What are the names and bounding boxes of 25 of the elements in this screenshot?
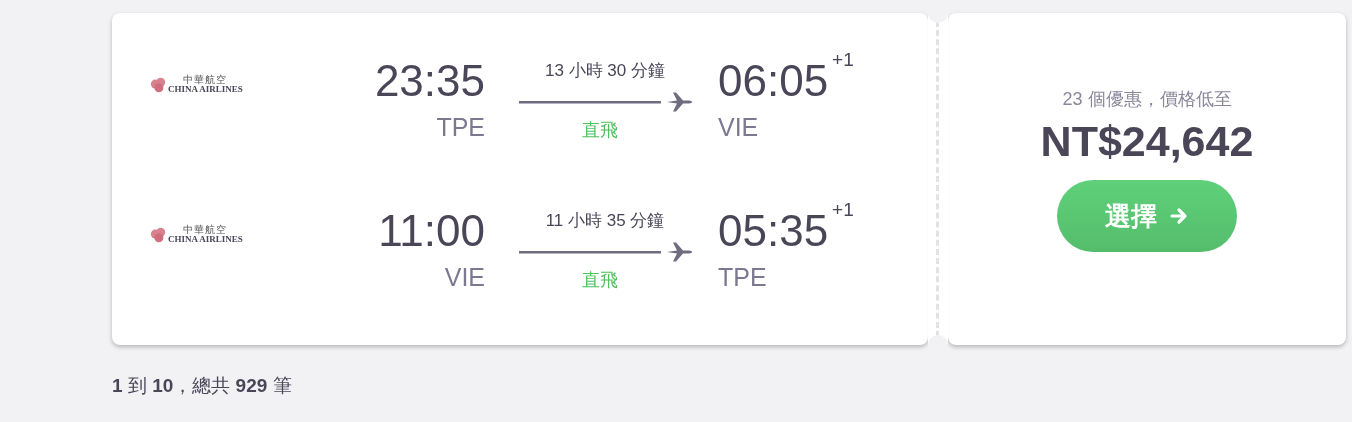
arrival-airport: TPE xyxy=(718,263,768,292)
direct-flight-label: 直飛 xyxy=(582,119,618,142)
airline-name-chinese: 中華航空 xyxy=(183,225,228,235)
departure-airport: TPE xyxy=(436,113,485,142)
arrival-time: 05:35 xyxy=(718,205,829,257)
airline-name: CHINA AIRLINES xyxy=(168,85,243,94)
day-offset: +1 xyxy=(832,49,854,71)
results-count: 1 到 10，總共 929 筆 xyxy=(112,374,293,398)
flight-duration: 11 小時 35 分鐘 xyxy=(545,210,665,232)
airline-name-chinese: 中華航空 xyxy=(183,75,228,85)
departure-time: 11:00 xyxy=(378,205,485,257)
direct-flight-label: 直飛 xyxy=(582,269,618,292)
departure-time: 23:35 xyxy=(374,55,485,107)
arrow-right-icon xyxy=(1169,206,1189,226)
arrival-airport: VIE xyxy=(718,113,760,142)
airline-name: CHINA AIRLINES xyxy=(168,235,243,244)
price: NT$24,642 xyxy=(1040,117,1254,166)
flower-icon xyxy=(148,75,168,94)
select-button[interactable]: 選擇 xyxy=(1057,180,1237,252)
day-offset: +1 xyxy=(832,199,854,221)
departure-airport: VIE xyxy=(444,263,485,292)
arrival-time: 06:05 xyxy=(718,55,829,107)
deals-count: 23 個優惠，價格低至 xyxy=(1062,88,1232,111)
flower-icon xyxy=(148,225,168,244)
flight-duration: 13 小時 30 分鐘 xyxy=(545,60,665,82)
